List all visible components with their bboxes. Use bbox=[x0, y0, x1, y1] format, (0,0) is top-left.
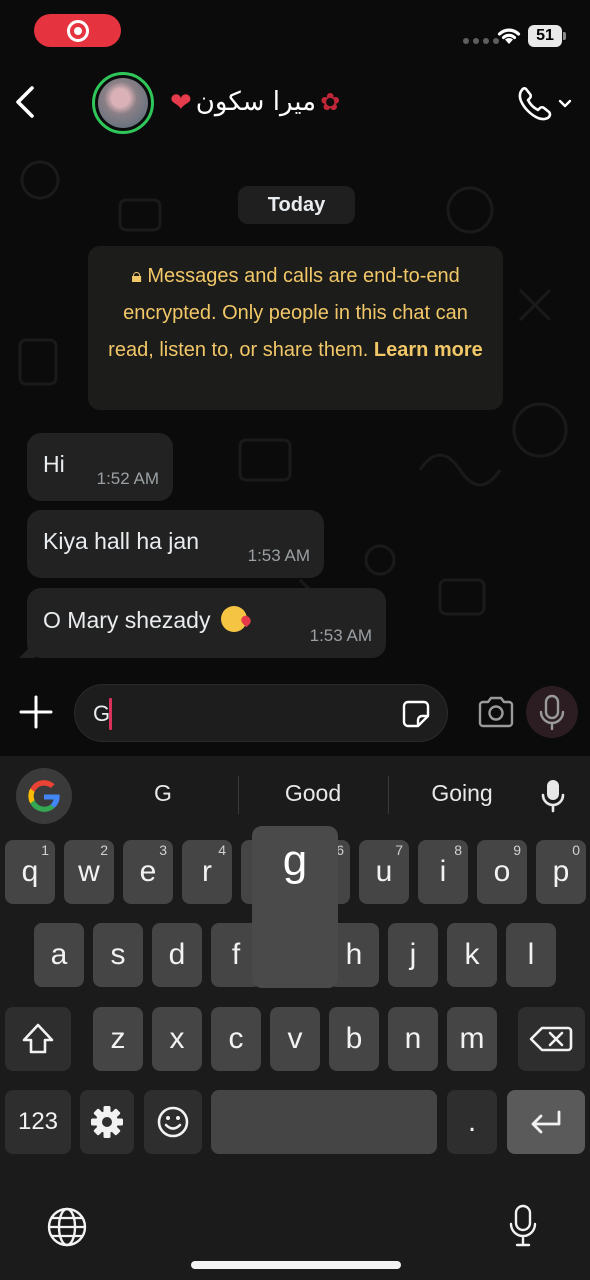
chat-area[interactable]: Today 🔒︎ Messages and calls are end-to-e… bbox=[0, 140, 590, 670]
settings-key[interactable] bbox=[80, 1090, 134, 1154]
suggestion-bar: G Good Going bbox=[0, 756, 590, 834]
key-q[interactable]: q1 bbox=[5, 840, 55, 904]
key-m[interactable]: m bbox=[447, 1007, 497, 1071]
key-k[interactable]: k bbox=[447, 923, 497, 987]
contact-name[interactable]: ❤ میرا سکون ✿ bbox=[170, 82, 340, 122]
key-u[interactable]: u7 bbox=[359, 840, 409, 904]
back-chevron-icon[interactable] bbox=[10, 82, 40, 122]
suggestion-1[interactable]: G bbox=[93, 780, 233, 807]
dictation-mic-icon[interactable] bbox=[508, 1204, 538, 1248]
enter-key[interactable] bbox=[507, 1090, 585, 1154]
battery-indicator: 51 bbox=[528, 25, 566, 47]
key-a[interactable]: a bbox=[34, 923, 84, 987]
message-input[interactable]: G bbox=[74, 684, 448, 742]
key-w[interactable]: w2 bbox=[64, 840, 114, 904]
key-z[interactable]: z bbox=[93, 1007, 143, 1071]
home-indicator[interactable] bbox=[191, 1261, 401, 1269]
message-text: O Mary shezady bbox=[43, 607, 211, 633]
key-b[interactable]: b bbox=[329, 1007, 379, 1071]
attach-plus-icon[interactable] bbox=[18, 694, 54, 730]
cellular-signal-icon bbox=[463, 38, 499, 44]
numbers-key[interactable]: 123 bbox=[5, 1090, 71, 1154]
message-time: 1:53 AM bbox=[309, 626, 372, 645]
encryption-notice[interactable]: 🔒︎ Messages and calls are end-to-end enc… bbox=[88, 246, 503, 410]
space-bar[interactable] bbox=[211, 1090, 437, 1154]
voice-typing-mic-icon[interactable] bbox=[540, 778, 566, 814]
suggestion-3[interactable]: Going bbox=[392, 780, 532, 807]
message-text: Hi bbox=[43, 451, 65, 477]
gear-icon bbox=[91, 1106, 123, 1138]
kissing-face-emoji bbox=[220, 606, 247, 632]
camera-icon[interactable] bbox=[476, 696, 516, 728]
lock-icon: 🔒︎ bbox=[131, 265, 142, 287]
key-s[interactable]: s bbox=[93, 923, 143, 987]
chat-header: ❤ میرا سکون ✿ bbox=[0, 62, 590, 140]
voice-call-icon[interactable] bbox=[514, 84, 576, 124]
key-e[interactable]: e3 bbox=[123, 840, 173, 904]
wilted-rose-emoji: ✿ bbox=[320, 88, 341, 116]
key-l[interactable]: l bbox=[506, 923, 556, 987]
backspace-key[interactable] bbox=[518, 1007, 585, 1071]
enter-arrow-icon bbox=[531, 1110, 561, 1134]
key-v[interactable]: v bbox=[270, 1007, 320, 1071]
mending-heart-emoji: ❤ bbox=[170, 86, 192, 117]
contact-avatar[interactable] bbox=[92, 72, 154, 134]
keyboard: G Good Going q1 w2 e3 r4 t5 y6 u7 i8 o9 … bbox=[0, 756, 590, 1280]
message-bubble[interactable]: O Mary shezady 1:53 AM bbox=[27, 588, 386, 658]
message-bubble[interactable]: Kiya hall ha jan 1:53 AM bbox=[27, 510, 324, 578]
contact-name-text: میرا سکون bbox=[195, 87, 317, 117]
composer-bar: G bbox=[0, 670, 590, 756]
battery-level: 51 bbox=[528, 25, 562, 47]
smiley-icon bbox=[157, 1106, 189, 1138]
key-p[interactable]: p0 bbox=[536, 840, 586, 904]
emoji-key[interactable] bbox=[144, 1090, 202, 1154]
wifi-icon bbox=[497, 28, 521, 44]
globe-icon[interactable] bbox=[46, 1206, 88, 1248]
key-d[interactable]: d bbox=[152, 923, 202, 987]
message-time: 1:53 AM bbox=[247, 546, 310, 565]
message-time: 1:52 AM bbox=[96, 469, 159, 488]
message-bubble[interactable]: Hi 1:52 AM bbox=[27, 433, 173, 501]
key-o[interactable]: o9 bbox=[477, 840, 527, 904]
google-logo-button[interactable] bbox=[16, 768, 72, 824]
key-j[interactable]: j bbox=[388, 923, 438, 987]
google-icon bbox=[28, 780, 60, 812]
suggestion-2[interactable]: Good bbox=[243, 780, 383, 807]
backspace-icon bbox=[529, 1026, 573, 1052]
microphone-icon bbox=[539, 694, 565, 731]
key-c[interactable]: c bbox=[211, 1007, 261, 1071]
period-key[interactable]: . bbox=[447, 1090, 497, 1154]
message-input-value: G bbox=[93, 701, 111, 726]
shift-key[interactable] bbox=[5, 1007, 71, 1071]
voice-message-button[interactable] bbox=[526, 686, 578, 738]
text-cursor bbox=[109, 698, 112, 730]
sticker-icon[interactable] bbox=[401, 699, 431, 729]
key-x[interactable]: x bbox=[152, 1007, 202, 1071]
key-r[interactable]: r4 bbox=[182, 840, 232, 904]
key-n[interactable]: n bbox=[388, 1007, 438, 1071]
key-preview-popup: g bbox=[252, 826, 338, 988]
status-bar: 51 bbox=[0, 0, 590, 62]
screen-recording-indicator[interactable] bbox=[34, 14, 121, 47]
shift-icon bbox=[22, 1023, 54, 1054]
key-preview-char: g bbox=[282, 836, 308, 885]
key-i[interactable]: i8 bbox=[418, 840, 468, 904]
message-text: Kiya hall ha jan bbox=[43, 528, 199, 554]
learn-more-link[interactable]: Learn more bbox=[374, 339, 483, 361]
date-chip: Today bbox=[238, 186, 355, 224]
